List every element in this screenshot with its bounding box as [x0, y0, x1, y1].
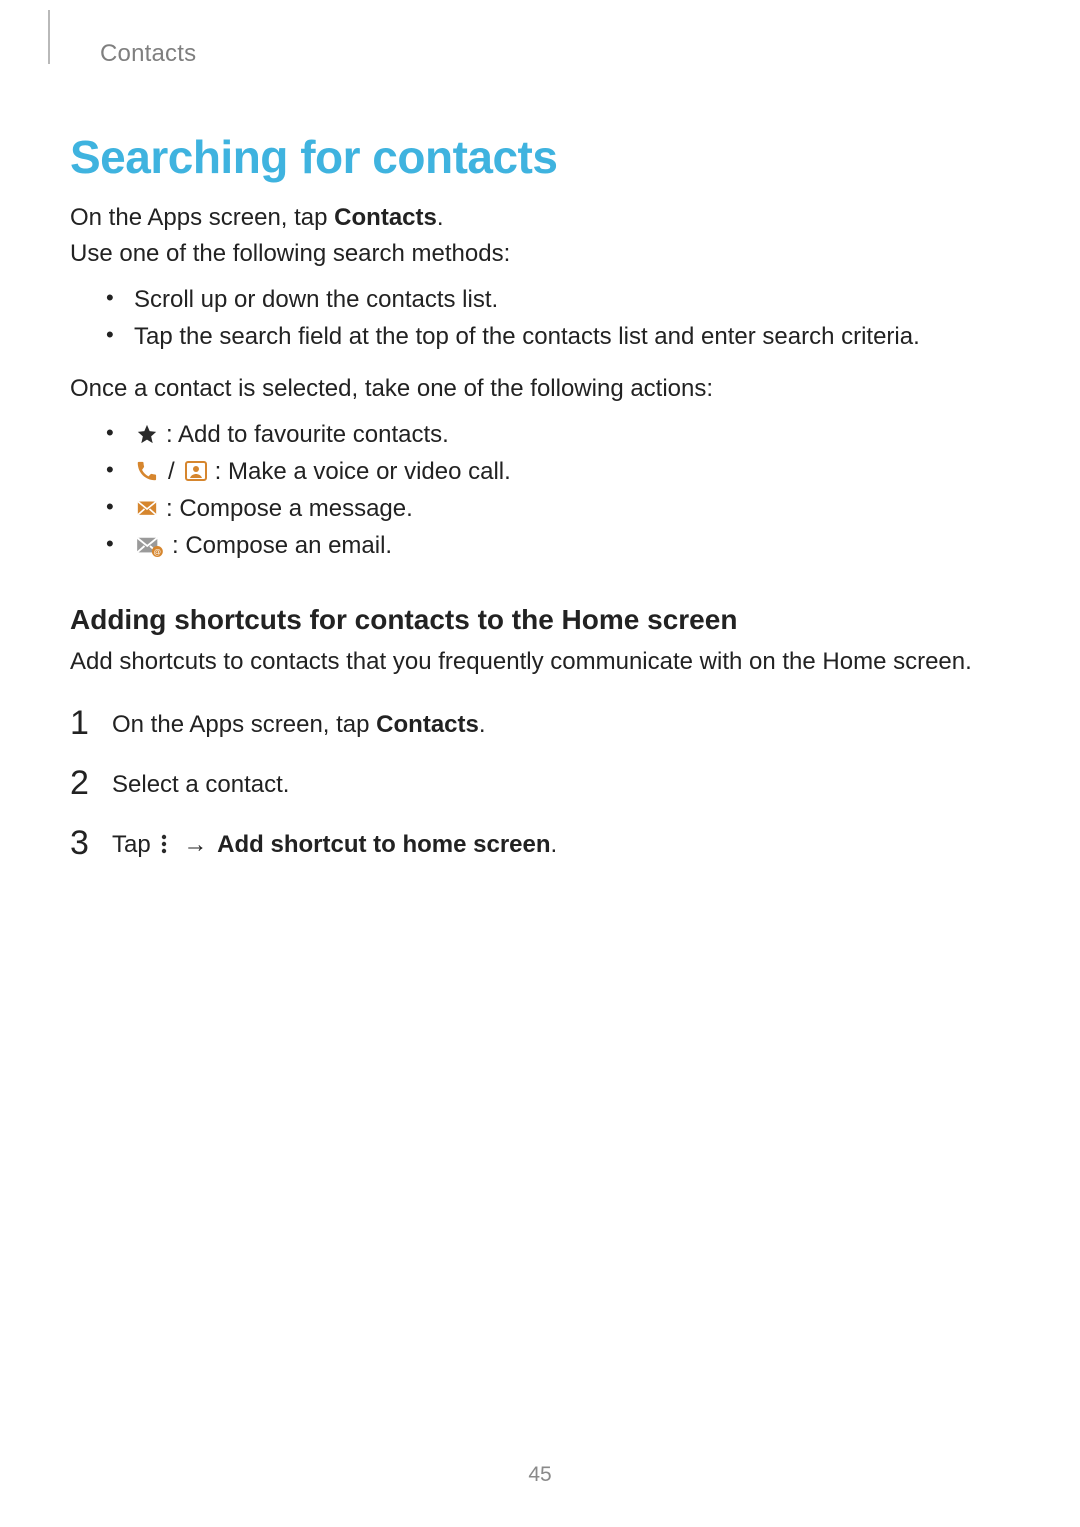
intro-post: .	[437, 204, 444, 231]
star-icon	[134, 421, 160, 447]
page-number: 45	[0, 1463, 1080, 1487]
step-post: .	[551, 831, 558, 858]
list-item: Tap the search field at the top of the c…	[106, 318, 1010, 355]
intro-line-2: Use one of the following search methods:	[70, 238, 1010, 270]
search-methods-list: Scroll up or down the contacts list. Tap…	[70, 281, 1010, 355]
list-item: : Add to favourite contacts.	[106, 416, 1010, 453]
actions-list: : Add to favourite contacts. / : Make a …	[70, 416, 1010, 565]
more-options-icon	[159, 833, 177, 855]
actions-intro: Once a contact is selected, take one of …	[70, 373, 1010, 405]
separator-slash: /	[166, 453, 177, 490]
list-item: : Compose a message.	[106, 490, 1010, 527]
action-text: : Make a voice or video call.	[215, 453, 511, 490]
step-text: On the Apps screen, tap	[112, 711, 376, 738]
step-bold: Add shortcut to home screen	[211, 831, 550, 858]
steps-list: On the Apps screen, tap Contacts. Select…	[70, 695, 1010, 876]
action-text: : Compose an email.	[172, 527, 392, 564]
step-item: On the Apps screen, tap Contacts.	[70, 695, 1010, 755]
breadcrumb: Contacts	[100, 40, 1010, 68]
phone-icon	[134, 458, 160, 484]
list-item: @ : Compose an email.	[106, 527, 1010, 564]
action-text: : Compose a message.	[166, 490, 413, 527]
step-text: Tap	[112, 831, 157, 858]
step-bold: Contacts	[376, 711, 479, 738]
message-icon	[134, 496, 160, 522]
video-call-icon	[183, 458, 209, 484]
intro-bold: Contacts	[334, 204, 437, 231]
svg-text:@: @	[154, 547, 161, 556]
header-rule	[48, 10, 50, 64]
step-post: .	[479, 711, 486, 738]
subsection-desc: Add shortcuts to contacts that you frequ…	[70, 646, 1010, 678]
document-page: Contacts Searching for contacts On the A…	[0, 0, 1080, 1527]
intro-line-1: On the Apps screen, tap Contacts.	[70, 202, 1010, 234]
step-item: Select a contact.	[70, 755, 1010, 815]
intro-text: On the Apps screen, tap	[70, 204, 334, 231]
arrow-right: →	[179, 831, 211, 858]
subsection-heading: Adding shortcuts for contacts to the Hom…	[70, 604, 1010, 636]
action-text: : Add to favourite contacts.	[166, 416, 449, 453]
page-title: Searching for contacts	[70, 130, 1010, 184]
list-item: Scroll up or down the contacts list.	[106, 281, 1010, 318]
email-icon: @	[134, 533, 166, 559]
list-item: / : Make a voice or video call.	[106, 453, 1010, 490]
step-item: Tap → Add shortcut to home screen.	[70, 815, 1010, 875]
